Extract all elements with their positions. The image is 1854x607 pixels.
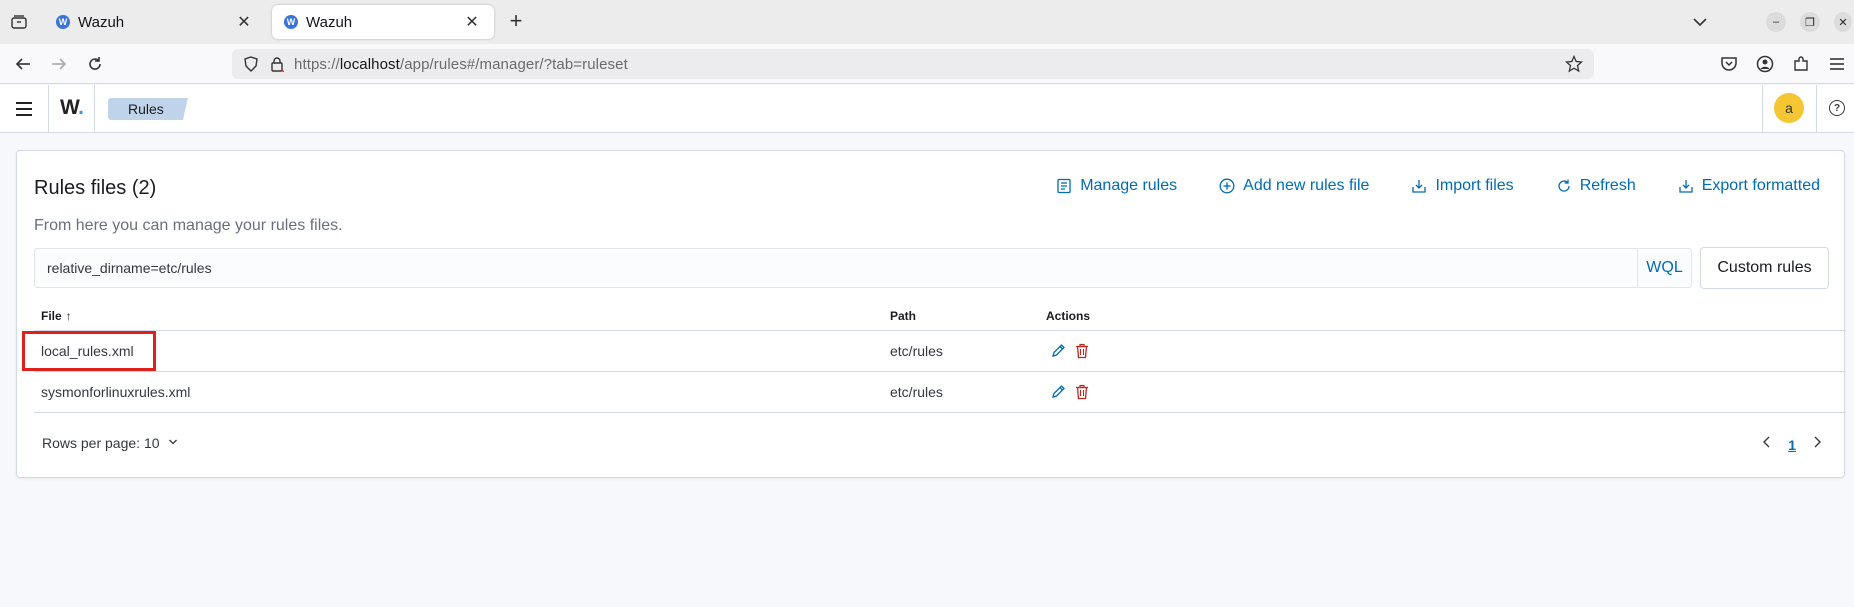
tracking-shield-icon[interactable] (242, 55, 260, 73)
column-header-file-label: File (41, 309, 62, 323)
url-prefix: https:// (294, 55, 340, 73)
column-header-file[interactable]: File ↑ (41, 309, 72, 323)
logo-dot-icon: . (78, 96, 84, 119)
url-text: https://localhost/app/rules#/manager/?ta… (294, 56, 628, 73)
back-arrow-icon[interactable] (12, 53, 34, 75)
page-number-current[interactable]: 1 (1788, 437, 1796, 453)
table-row[interactable]: local_rules.xml etc/rules (34, 331, 1846, 372)
wazuh-favicon-icon: W (56, 15, 70, 29)
forward-arrow-icon[interactable] (48, 53, 70, 75)
column-header-actions: Actions (1046, 309, 1091, 323)
rules-files-panel: Rules files (2) Manage rules Add new rul… (16, 150, 1846, 478)
rules-files-table: File ↑ Path Actions local_rules.xml etc/r… (34, 299, 1846, 413)
lock-icon[interactable] (268, 55, 286, 73)
bookmark-star-icon[interactable] (1564, 54, 1584, 74)
minimize-window-button[interactable]: – (1766, 12, 1786, 32)
wql-language-button[interactable]: WQL (1637, 249, 1691, 287)
browser-tab-bar: W Wazuh ✕ W Wazuh ✕ + – ❐ ✕ (0, 0, 1854, 44)
path-cell: etc/rules (890, 343, 943, 359)
import-files-button[interactable]: Import files (1411, 177, 1514, 195)
help-icon[interactable]: ? (1829, 100, 1845, 116)
pocket-icon[interactable] (1718, 53, 1740, 75)
refresh-label: Refresh (1579, 177, 1636, 194)
chevron-down-icon (168, 437, 178, 450)
column-header-path[interactable]: Path (890, 309, 916, 323)
annotation-highlight-box (22, 331, 156, 371)
header-divider (1762, 85, 1763, 133)
delete-trash-icon[interactable] (1074, 343, 1090, 359)
file-name-cell[interactable]: sysmonforlinuxrules.xml (41, 384, 190, 400)
export-icon (1678, 178, 1694, 194)
table-header: File ↑ Path Actions (34, 299, 1846, 331)
user-avatar[interactable]: a (1774, 93, 1804, 123)
panel-title: Rules files (2) (34, 177, 157, 199)
refresh-button[interactable]: Refresh (1556, 177, 1636, 195)
add-rules-file-label: Add new rules file (1243, 177, 1370, 194)
pagination: 1 (1762, 435, 1822, 454)
reload-icon[interactable] (84, 53, 106, 75)
plus-circle-icon (1219, 178, 1235, 194)
browser-tab-1[interactable]: W Wazuh ✕ (44, 5, 266, 39)
new-tab-button[interactable]: + (504, 10, 528, 34)
header-divider (94, 85, 95, 133)
export-formatted-button[interactable]: Export formatted (1678, 177, 1820, 195)
edit-pencil-icon[interactable] (1050, 384, 1066, 400)
refresh-icon (1556, 178, 1572, 194)
browser-tab-2[interactable]: W Wazuh ✕ (272, 5, 494, 39)
breadcrumb-rules[interactable]: Rules (108, 98, 188, 120)
custom-rules-button[interactable]: Custom rules (1700, 247, 1829, 289)
url-path: /app/rules#/manager/?tab=ruleset (399, 55, 628, 73)
wazuh-logo[interactable]: W. (60, 96, 84, 120)
close-tab-icon[interactable]: ✕ (234, 12, 254, 32)
rows-per-page-selector[interactable]: Rows per page: 10 (42, 435, 178, 451)
wazuh-favicon-icon: W (284, 15, 298, 29)
side-menu-hamburger-icon[interactable] (14, 99, 34, 119)
restore-window-button[interactable]: ❐ (1800, 12, 1820, 32)
import-icon (1411, 178, 1427, 194)
panel-description: From here you can manage your rules file… (34, 217, 343, 234)
edit-pencil-icon[interactable] (1050, 343, 1066, 359)
path-cell: etc/rules (890, 384, 943, 400)
tab-title: Wazuh (306, 13, 353, 31)
header-divider (48, 85, 49, 133)
row-actions (1050, 343, 1090, 359)
manage-rules-button[interactable]: Manage rules (1056, 177, 1177, 195)
close-window-button[interactable]: ✕ (1834, 12, 1852, 32)
tab-overflow-chevron-icon[interactable] (1690, 12, 1710, 32)
search-input[interactable] (35, 249, 1635, 287)
rows-per-page-label: Rows per page: 10 (42, 435, 160, 451)
table-row[interactable]: sysmonforlinuxrules.xml etc/rules (34, 372, 1846, 413)
browser-navigation-bar: https://localhost/app/rules#/manager/?ta… (0, 44, 1854, 84)
add-rules-file-button[interactable]: Add new rules file (1219, 177, 1369, 195)
address-bar[interactable]: https://localhost/app/rules#/manager/?ta… (232, 49, 1594, 79)
export-formatted-label: Export formatted (1701, 177, 1820, 194)
close-tab-icon[interactable]: ✕ (462, 12, 482, 32)
document-list-icon (1056, 178, 1072, 194)
header-divider (1816, 85, 1817, 133)
account-icon[interactable] (1754, 53, 1776, 75)
logo-text: W (60, 96, 79, 119)
app-menu-icon[interactable] (1826, 53, 1848, 75)
tab-title: Wazuh (78, 13, 125, 31)
manage-rules-label: Manage rules (1080, 177, 1178, 194)
app-header: W. Rules a ? (0, 85, 1854, 133)
row-actions (1050, 384, 1090, 400)
delete-trash-icon[interactable] (1074, 384, 1090, 400)
panel-actions: Manage rules Add new rules file Import f… (1014, 177, 1820, 195)
url-host: localhost (339, 55, 400, 73)
sort-ascending-icon: ↑ (65, 309, 72, 323)
tab-list-icon[interactable] (8, 12, 30, 32)
import-files-label: Import files (1435, 177, 1514, 194)
extensions-puzzle-icon[interactable] (1790, 53, 1812, 75)
search-bar: WQL (34, 248, 1692, 288)
previous-page-chevron-icon[interactable] (1762, 435, 1772, 454)
next-page-chevron-icon[interactable] (1812, 435, 1822, 454)
